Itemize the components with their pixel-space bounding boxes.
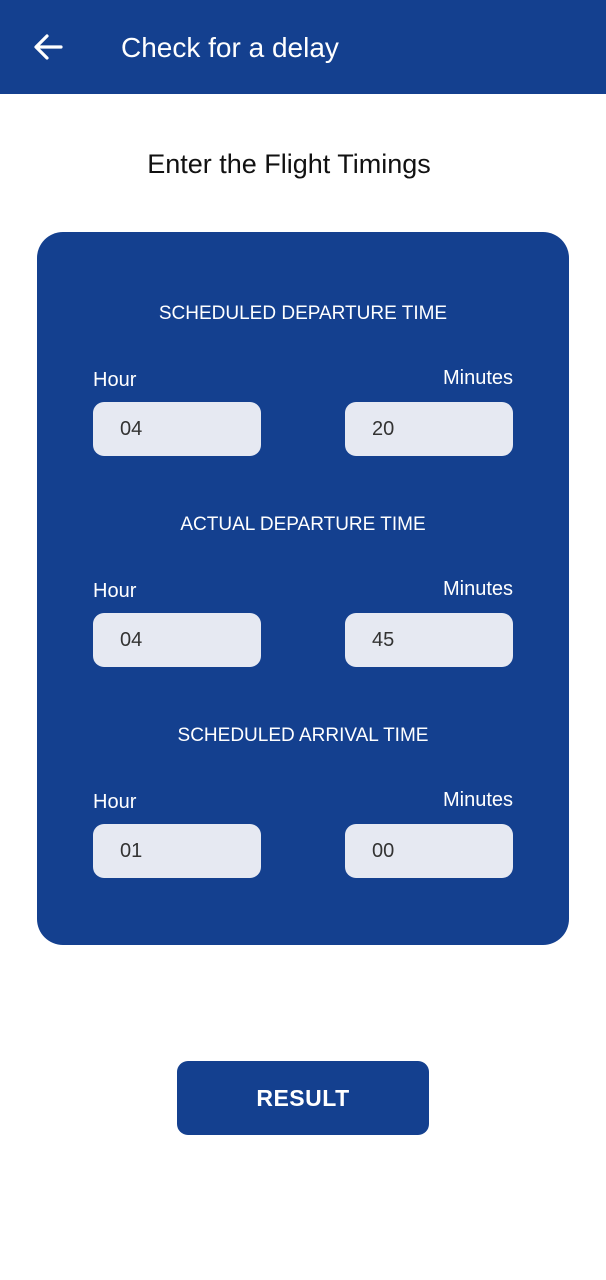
scheduled-departure-title: SCHEDULED DEPARTURE TIME: [158, 303, 448, 324]
arrow-left-icon: [34, 34, 63, 60]
scheduled-departure-minutes-label: Minutes: [442, 367, 513, 389]
scheduled-departure-hour-input[interactable]: 04: [93, 402, 261, 456]
actual-departure-title: ACTUAL DEPARTURE TIME: [180, 514, 426, 535]
scheduled-arrival-minutes-input[interactable]: 00: [345, 824, 513, 878]
actual-departure-minutes-input[interactable]: 45: [345, 613, 513, 667]
actual-departure-hour-label: Hour: [93, 580, 137, 602]
scheduled-departure-minutes-input[interactable]: 20: [345, 402, 513, 456]
scheduled-departure-hour-label: Hour: [93, 369, 137, 391]
scheduled-arrival-minutes-label: Minutes: [442, 789, 513, 811]
flight-timings-card: SCHEDULED DEPARTURE TIME Hour Minutes 04…: [37, 232, 569, 945]
page-title: Check for a delay: [121, 32, 339, 63]
form-heading: Enter the Flight Timings: [147, 149, 431, 179]
result-button[interactable]: RESULT: [177, 1061, 429, 1135]
app-bar: Check for a delay: [0, 0, 606, 94]
actual-departure-hour-input[interactable]: 04: [93, 613, 261, 667]
scheduled-arrival-hour-input[interactable]: 01: [93, 824, 261, 878]
back-button[interactable]: [26, 25, 70, 69]
actual-departure-minutes-label: Minutes: [442, 578, 513, 600]
scheduled-arrival-hour-label: Hour: [93, 791, 137, 813]
scheduled-arrival-title: SCHEDULED ARRIVAL TIME: [177, 725, 429, 746]
